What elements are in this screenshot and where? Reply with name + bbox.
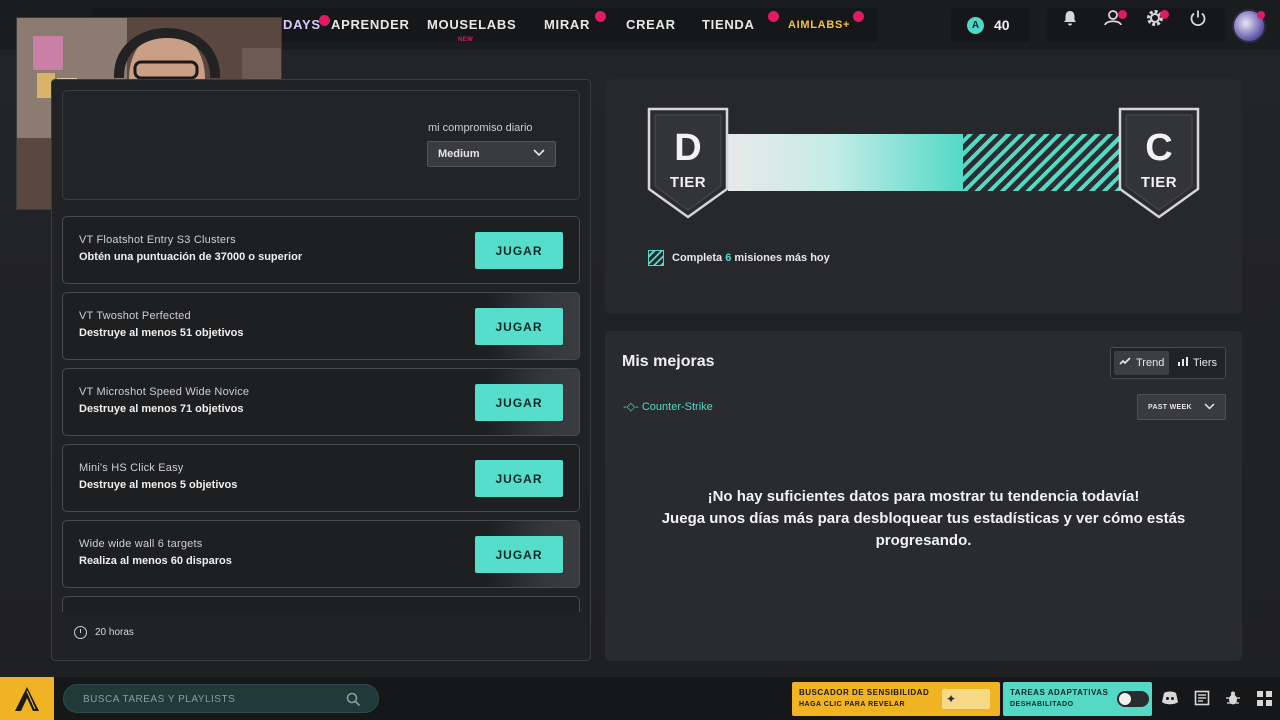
- play-button[interactable]: JUGAR: [475, 460, 563, 497]
- current-tier-badge: D TIER: [647, 107, 729, 219]
- time-remaining: 20 horas: [74, 626, 134, 639]
- coin-icon: A: [967, 16, 984, 34]
- striped-legend-icon: [648, 250, 664, 266]
- no-data-line-1: ¡No hay suficientes datos para mostrar t…: [707, 488, 1140, 505]
- task-title: Wide wide wall 6 targets: [79, 538, 203, 550]
- nav-notification-dot: [319, 15, 330, 26]
- task-title: VT Floatshot Entry S3 Clusters: [79, 234, 236, 246]
- nav-new-badge: NEW: [458, 37, 474, 43]
- play-button[interactable]: JUGAR: [475, 232, 563, 269]
- nav-mouselabs[interactable]: MOUSELABS: [427, 17, 516, 32]
- play-button[interactable]: JUGAR: [475, 536, 563, 573]
- bar-chart-icon: [1178, 357, 1188, 369]
- tier-progress-fill: [728, 134, 963, 191]
- nav-notification-dot: [768, 11, 779, 22]
- next-tier-badge: C TIER: [1118, 107, 1200, 219]
- tiers-label: Tiers: [1193, 357, 1218, 369]
- missions-remaining: Completa 6 misiones más hoy: [648, 250, 830, 266]
- nav-tienda[interactable]: TIENDA: [702, 17, 755, 32]
- period-select[interactable]: PAST WEEK: [1137, 394, 1226, 420]
- task-card-partial: [62, 596, 580, 612]
- sensitivity-title: BUSCADOR DE SENSIBILIDAD: [799, 688, 930, 697]
- bell-icon[interactable]: [1059, 7, 1081, 29]
- play-button[interactable]: JUGAR: [475, 308, 563, 345]
- discord-icon[interactable]: [1160, 688, 1180, 708]
- bug-icon[interactable]: [1223, 688, 1243, 708]
- credits-display[interactable]: A 40: [951, 8, 1030, 42]
- nav-crear[interactable]: CREAR: [626, 17, 676, 32]
- aimlabs-logo[interactable]: [0, 677, 54, 720]
- task-description: Realiza al menos 60 disparos: [79, 555, 232, 567]
- sensitivity-finder-button[interactable]: BUSCADOR DE SENSIBILIDAD HAGA CLIC PARA …: [792, 682, 1000, 716]
- sparkle-icon: ✦: [942, 689, 990, 709]
- adaptive-toggle[interactable]: [1117, 691, 1149, 707]
- notification-dot: [1160, 10, 1169, 19]
- power-icon[interactable]: [1187, 7, 1209, 29]
- time-remaining-text: 20 horas: [95, 627, 134, 638]
- nav-notification-dot: [853, 11, 864, 22]
- search-bar: [63, 684, 379, 713]
- task-card: VT Microshot Speed Wide Novice Destruye …: [62, 368, 580, 436]
- nav-days[interactable]: DAYS: [283, 17, 321, 32]
- no-data-message: ¡No hay suficientes datos para mostrar t…: [605, 486, 1242, 552]
- task-card: VT Floatshot Entry S3 Clusters Obtén una…: [62, 216, 580, 284]
- nav-mirar[interactable]: MIRAR: [544, 17, 590, 32]
- tier-progress-remaining: [963, 134, 1120, 191]
- task-card: VT Twoshot Perfected Destruye al menos 5…: [62, 292, 580, 360]
- adaptive-tasks-panel: TAREAS ADAPTATIVAS DESHABILITADO: [1003, 682, 1152, 716]
- missions-prefix: Completa: [672, 252, 723, 264]
- trend-label: Trend: [1136, 357, 1165, 369]
- task-description: Obtén una puntuación de 37000 o superior: [79, 251, 303, 263]
- search-icon[interactable]: [346, 692, 361, 712]
- missions-suffix: misiones más hoy: [734, 252, 830, 264]
- nav-notification-dot: [595, 11, 606, 22]
- period-value: PAST WEEK: [1148, 403, 1192, 411]
- commitment-select[interactable]: Medium: [427, 141, 556, 167]
- tiers-toggle[interactable]: Tiers: [1173, 351, 1222, 375]
- trend-icon: [1119, 357, 1131, 369]
- credits-value: 40: [994, 17, 1010, 33]
- task-card: Mini's HS Click Easy Destruye al menos 5…: [62, 444, 580, 512]
- nav-aprender[interactable]: APRENDER: [331, 17, 410, 32]
- task-description: Destruye al menos 51 objetivos: [79, 327, 244, 339]
- notification-dot: [1118, 10, 1127, 19]
- chevron-down-icon: [533, 148, 545, 160]
- no-data-line-2: Juega unos días más para desbloquear tus…: [661, 510, 1186, 549]
- commitment-value: Medium: [438, 148, 480, 160]
- chevron-down-icon: [1204, 402, 1215, 412]
- trend-toggle[interactable]: Trend: [1114, 351, 1170, 375]
- view-toggle: Trend Tiers: [1110, 347, 1226, 379]
- clock-icon: [74, 626, 87, 639]
- aimlabs-logo-icon: [15, 686, 39, 711]
- task-title: VT Twoshot Perfected: [79, 310, 191, 322]
- nav-aimlabs-plus[interactable]: AIMLABS+: [788, 19, 850, 31]
- next-tier-label: TIER: [1140, 174, 1178, 191]
- current-tier-label: TIER: [669, 174, 707, 191]
- grid-icon[interactable]: [1254, 688, 1274, 708]
- notes-icon[interactable]: [1192, 688, 1212, 708]
- task-title: VT Microshot Speed Wide Novice: [79, 386, 250, 398]
- task-card: Wide wide wall 6 targets Realiza al meno…: [62, 520, 580, 588]
- task-title: Mini's HS Click Easy: [79, 462, 184, 474]
- current-tier-letter: D: [674, 127, 702, 169]
- adaptive-title: TAREAS ADAPTATIVAS: [1010, 688, 1109, 697]
- commitment-label: mi compromiso diario: [428, 122, 533, 134]
- sensitivity-subtitle: HAGA CLIC PARA REVELAR: [799, 701, 906, 708]
- improvements-title: Mis mejoras: [622, 353, 715, 370]
- game-filter-link[interactable]: -◇- Counter-Strike: [623, 400, 713, 413]
- notification-dot: [1257, 11, 1265, 19]
- missions-count: 6: [725, 252, 732, 264]
- next-tier-letter: C: [1145, 127, 1173, 169]
- search-input[interactable]: [83, 691, 333, 707]
- play-button[interactable]: JUGAR: [475, 384, 563, 421]
- task-description: Destruye al menos 71 objetivos: [79, 403, 244, 415]
- task-description: Destruye al menos 5 objetivos: [79, 479, 238, 491]
- adaptive-status: DESHABILITADO: [1010, 701, 1074, 708]
